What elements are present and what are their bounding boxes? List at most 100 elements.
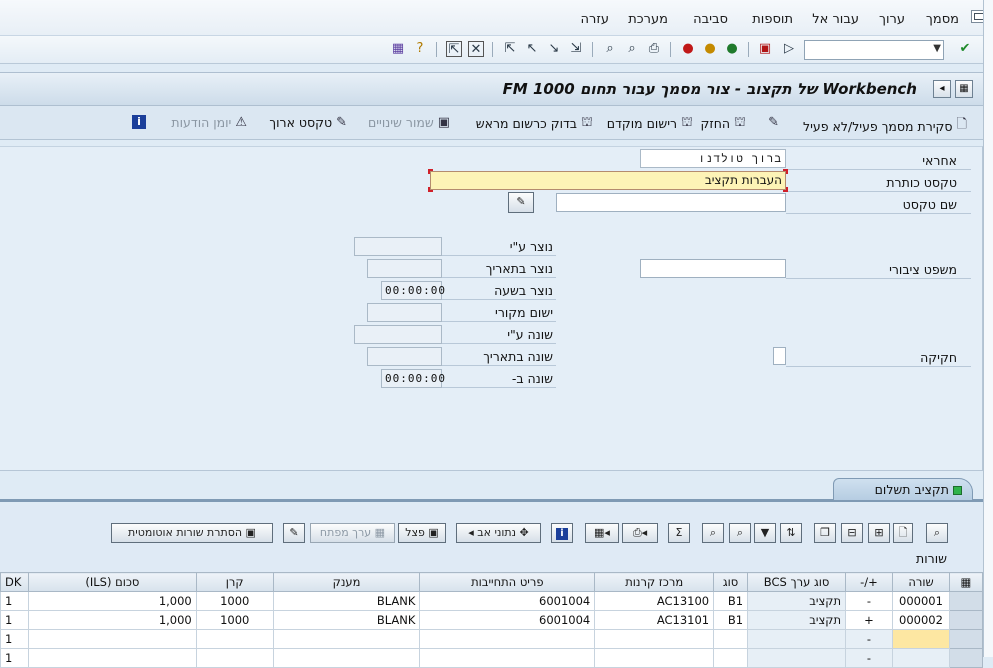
cell-type[interactable] <box>713 648 749 668</box>
cell-dk[interactable]: 1 <box>0 610 29 630</box>
shortcut-icon[interactable]: ⇱ <box>446 41 462 57</box>
vertical-scrollbar[interactable] <box>983 0 993 657</box>
info-button[interactable]: i <box>132 115 146 129</box>
responsible-field[interactable]: ברוך טולדנו <box>640 149 786 168</box>
column-amount[interactable]: סכום (ILS) <box>27 572 197 592</box>
row-selector[interactable] <box>948 591 984 611</box>
cell-fund-center[interactable]: AC13100 <box>594 591 715 611</box>
column-config-icon[interactable]: ▦ <box>948 572 984 592</box>
column-type[interactable]: סוג <box>713 572 749 592</box>
filter-button[interactable]: ▼ <box>754 523 776 543</box>
append-row-button[interactable]: ⊞ <box>868 523 890 543</box>
column-commitment-item[interactable]: פריט התחייבות <box>419 572 596 592</box>
details-button[interactable]: ⌕ <box>926 523 948 543</box>
create-session-icon[interactable]: ✕ <box>468 41 484 57</box>
cell-fund[interactable] <box>195 648 274 668</box>
save-icon[interactable]: ▣ <box>757 41 773 57</box>
cell-amount[interactable] <box>27 629 197 649</box>
table-row[interactable]: 1 - <box>0 629 984 649</box>
column-dk[interactable]: DK <box>0 572 29 592</box>
auto-hide-rows-button[interactable]: ▣ הסתרת שורות אוטומטית <box>111 523 273 543</box>
public-law-field[interactable] <box>640 259 786 278</box>
cell-sign[interactable]: + <box>845 610 893 630</box>
cell-type[interactable]: B1 <box>713 610 749 630</box>
cell-sign[interactable]: - <box>845 629 893 649</box>
parent-data-button[interactable]: ✥ נתוני אב ◂ <box>456 523 541 543</box>
title-text-field[interactable]: העברות תקציב <box>430 171 786 190</box>
table-row[interactable]: 1 1,000 1000 BLANK 6001004 AC13101 B1 תק… <box>0 610 984 630</box>
menu-system[interactable]: מערכת <box>628 12 668 27</box>
hold-button[interactable]: ⛫ החזק <box>701 115 746 132</box>
cell-fund-center[interactable] <box>594 648 715 668</box>
cell-type[interactable]: B1 <box>713 591 749 611</box>
prepost-button[interactable]: ⛫ רישום מוקדם <box>607 115 693 132</box>
cell-sign[interactable]: - <box>845 648 893 668</box>
sort-button[interactable]: ⇅ <box>780 523 802 543</box>
text-name-field[interactable] <box>556 193 786 212</box>
menu-environment[interactable]: סביבה <box>693 12 728 27</box>
cell-commitment-item[interactable] <box>419 648 596 668</box>
next-page-icon[interactable]: ↘ <box>546 41 562 57</box>
cell-line[interactable]: 000002 <box>891 610 950 630</box>
help-icon[interactable]: ? <box>412 41 428 57</box>
cell-dk[interactable]: 1 <box>0 648 29 668</box>
cell-bcs-value-type[interactable] <box>747 648 847 668</box>
cell-bcs-value-type[interactable] <box>747 629 847 649</box>
command-field[interactable]: ▼ <box>804 40 944 60</box>
row-selector[interactable] <box>948 629 984 649</box>
find-icon[interactable]: ⌕ <box>624 41 640 57</box>
cell-commitment-item[interactable]: 6001004 <box>419 591 596 611</box>
column-bcs-value-type[interactable]: סוג ערך BCS <box>747 572 847 592</box>
cell-amount[interactable] <box>27 648 197 668</box>
cell-amount[interactable]: 1,000 <box>27 591 197 611</box>
message-log-button[interactable]: ⚠ יומן הודעות <box>171 115 247 130</box>
row-selector[interactable] <box>948 648 984 668</box>
cell-commitment-item[interactable] <box>419 629 596 649</box>
cell-sign[interactable]: - <box>845 591 893 611</box>
cell-grant[interactable] <box>272 629 421 649</box>
back-icon[interactable]: ● <box>724 41 740 57</box>
table-row[interactable]: 1 1,000 1000 BLANK 6001004 AC13100 B1 תק… <box>0 591 984 611</box>
cell-fund[interactable]: 1000 <box>195 591 274 611</box>
delete-row-button[interactable]: ⊟ <box>841 523 863 543</box>
check-prepost-button[interactable]: ⛫ בדוק כרשום מראש <box>476 115 593 132</box>
exit-icon[interactable]: ● <box>702 41 718 57</box>
last-page-icon[interactable]: ⇲ <box>568 41 584 57</box>
column-sign[interactable]: +/- <box>845 572 893 592</box>
copy-row-button[interactable]: ❐ <box>814 523 836 543</box>
table-row[interactable]: 1 - <box>0 648 984 668</box>
text-editor-button[interactable]: ✎ <box>508 192 534 213</box>
menu-edit[interactable]: ערוך <box>879 12 905 27</box>
cell-dk[interactable]: 1 <box>0 629 29 649</box>
layout-menu-icon[interactable]: ▦ <box>390 41 406 57</box>
column-grant[interactable]: מענק <box>272 572 421 592</box>
column-line[interactable]: שורה <box>891 572 950 592</box>
first-page-icon[interactable]: ⇱ <box>502 41 518 57</box>
cancel-icon[interactable]: ● <box>680 41 696 57</box>
long-text-button[interactable]: ✎ טקסט ארוך <box>269 115 347 130</box>
cell-grant[interactable] <box>272 648 421 668</box>
find-next-icon[interactable]: ⌕ <box>602 41 618 57</box>
find-button[interactable]: ⌕ <box>729 523 751 543</box>
column-fund-center[interactable]: מרכז קרנות <box>594 572 715 592</box>
chevron-down-icon[interactable]: ▼ <box>933 43 941 54</box>
row-selector[interactable] <box>948 610 984 630</box>
cell-bcs-value-type[interactable]: תקציב <box>747 610 847 630</box>
layout-button[interactable]: ◂▦ <box>585 523 619 543</box>
close-document-button[interactable]: 🗋 סקירת מסמך פעיל/לא פעיל <box>803 115 967 137</box>
legislation-checkbox[interactable] <box>773 347 786 365</box>
tab-payment-budget[interactable]: תקציב תשלום <box>833 478 973 500</box>
insert-row-button[interactable]: 🗋 <box>893 523 913 543</box>
grid-info-button[interactable]: i <box>551 523 573 543</box>
menu-goto[interactable]: עבור אל <box>812 12 859 27</box>
enter-check-icon[interactable]: ✔ <box>957 41 973 57</box>
grid-long-text-button[interactable]: ✎ <box>283 523 305 543</box>
edit-icon-button[interactable]: ✎ <box>768 115 779 130</box>
cell-grant[interactable]: BLANK <box>272 610 421 630</box>
menu-extras[interactable]: תוספות <box>752 12 793 27</box>
column-fund[interactable]: קרן <box>195 572 274 592</box>
cell-type[interactable] <box>713 629 749 649</box>
save-changes-button[interactable]: ▣ שמור שינויים <box>368 115 450 130</box>
cell-fund[interactable]: 1000 <box>195 610 274 630</box>
cell-commitment-item[interactable]: 6001004 <box>419 610 596 630</box>
